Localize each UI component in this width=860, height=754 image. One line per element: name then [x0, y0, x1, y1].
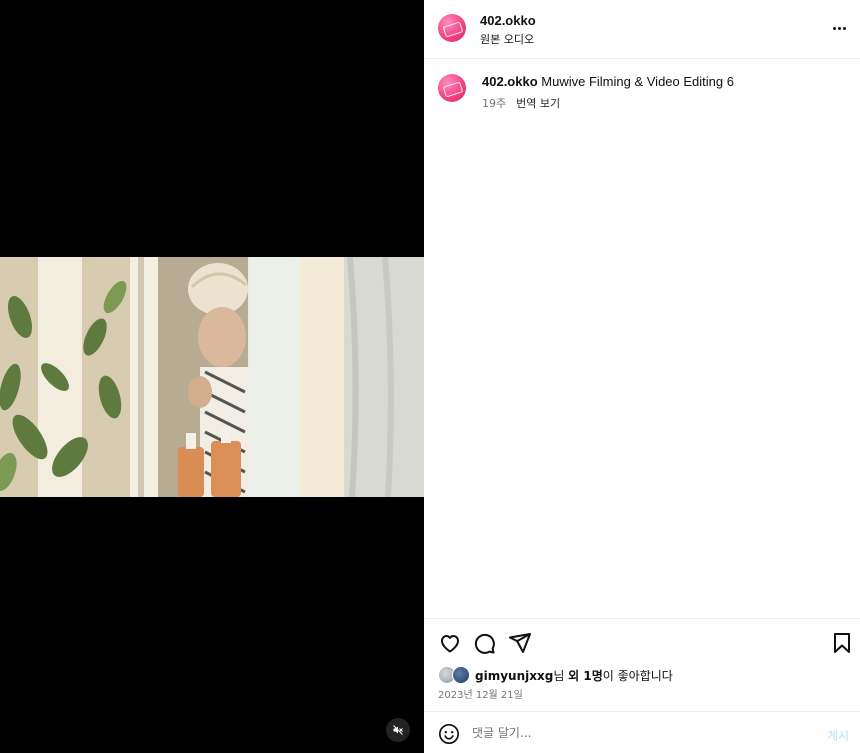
comment-input[interactable] — [472, 723, 802, 743]
more-dot — [837, 26, 841, 30]
post-username[interactable]: 402.okko — [480, 13, 536, 28]
post-comment-button[interactable]: 게시 — [827, 727, 849, 744]
share-icon[interactable] — [508, 631, 532, 655]
video-player[interactable] — [0, 0, 424, 753]
action-bar — [424, 618, 860, 665]
caption-text: Muwive Filming & Video Editing 6 — [541, 74, 734, 89]
emoji-icon[interactable] — [438, 723, 460, 745]
video-frame[interactable] — [0, 257, 424, 497]
post-viewer: 402.okko 원본 오디오 402.okko Muwive Filming … — [0, 0, 860, 753]
mute-toggle-button[interactable] — [386, 718, 410, 742]
video-still — [0, 257, 424, 497]
others-count[interactable]: 외 1명 — [568, 669, 603, 683]
comment-icon[interactable] — [472, 631, 496, 655]
comment-bar: 게시 — [424, 711, 860, 754]
more-options-icon — [832, 26, 836, 30]
caption-avatar[interactable] — [438, 74, 466, 102]
avatar[interactable] — [438, 14, 466, 42]
caption: 402.okko Muwive Filming & Video Editing … — [482, 74, 842, 90]
audio-label[interactable]: 원본 오디오 — [480, 31, 534, 47]
avatar — [452, 666, 470, 684]
more-dot — [842, 26, 846, 30]
liker-suffix: 님 — [553, 668, 569, 683]
post-age[interactable]: 19주 — [482, 97, 506, 110]
heart-icon[interactable] — [438, 631, 462, 655]
caption-meta: 19주 번역 보기 — [482, 95, 560, 111]
post-date: 2023년 12월 21일 — [438, 690, 523, 701]
more-options-button[interactable] — [828, 18, 850, 38]
likes-suffix: 이 좋아합니다 — [602, 668, 673, 683]
post-header: 402.okko 원본 오디오 — [424, 0, 860, 59]
caption-username[interactable]: 402.okko — [482, 74, 538, 89]
likes-text: gimyunjxxg님 외 1명이 좋아합니다 — [475, 667, 673, 684]
post-side-panel: 402.okko 원본 오디오 402.okko Muwive Filming … — [424, 0, 860, 753]
likes-row[interactable]: gimyunjxxg님 외 1명이 좋아합니다 — [438, 666, 673, 684]
liker-username[interactable]: gimyunjxxg — [475, 669, 553, 683]
muted-speaker-icon — [393, 725, 403, 735]
bookmark-icon[interactable] — [830, 631, 854, 655]
translate-link[interactable]: 번역 보기 — [516, 97, 560, 110]
